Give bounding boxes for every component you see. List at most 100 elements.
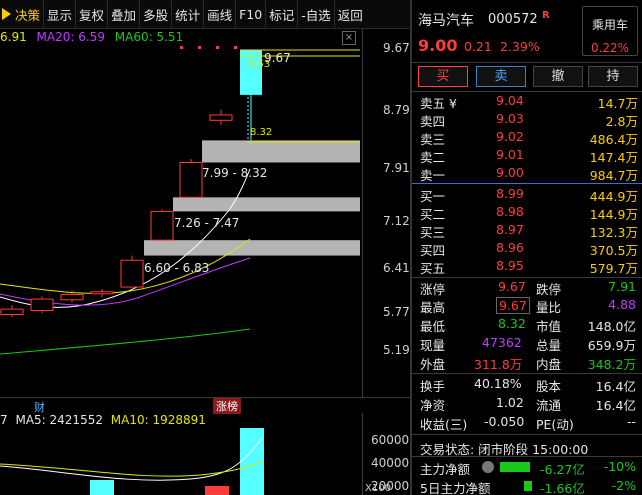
candle-body[interactable]: [90, 291, 114, 295]
buy-button[interactable]: 买: [418, 66, 468, 87]
candle-body[interactable]: [240, 50, 262, 95]
volume-axis: 60000 40000 20000 X100: [362, 413, 410, 495]
ask-row-5[interactable]: 卖五 ¥ 9.04 14.7万: [412, 93, 642, 111]
ask-volume: 486.4万: [589, 132, 638, 147]
ma-legend: 6.91 MA20: 6.59 MA60: 5.51: [0, 30, 360, 48]
vol-prefix: 7: [0, 413, 8, 427]
market-cap-value: 148.0亿: [587, 319, 636, 334]
toolbar-mark-button[interactable]: 标记: [266, 0, 299, 28]
volume-legend: 7 MA5: 2421552 MA10: 1928891: [0, 413, 206, 427]
vol-ma10: MA10: 1928891: [110, 413, 206, 427]
toolbar-watchlist-button[interactable]: -自选: [298, 0, 335, 28]
stock-name: 海马汽车: [418, 13, 474, 29]
pe-value: --: [626, 414, 636, 429]
bid-label: 买四: [420, 243, 446, 258]
ask-label: 卖五 ¥: [420, 96, 457, 111]
toolbar-multi-stock-button[interactable]: 多股: [140, 0, 173, 28]
ask-price: 9.04: [496, 93, 524, 108]
candle-body[interactable]: [60, 293, 84, 301]
info-icon[interactable]: [482, 461, 494, 473]
sell-button[interactable]: 卖: [476, 66, 526, 87]
ask-label: 卖三: [420, 132, 446, 147]
total-volume-value: 659.9万: [587, 338, 636, 353]
ask-price: 9.02: [496, 129, 524, 144]
bid-price: 8.95: [496, 258, 524, 273]
float-shares-value: 16.4亿: [595, 398, 636, 413]
candle-body[interactable]: [209, 114, 233, 121]
limit-up-value: 9.67: [498, 279, 526, 294]
bid-label: 买三: [420, 225, 446, 240]
ma20-value: MA20: 6.59: [36, 30, 105, 44]
flow-pct: -10%: [603, 459, 636, 474]
price-tick: 7.12: [383, 214, 410, 228]
ask-price: 9.03: [496, 111, 524, 126]
close-legend-button[interactable]: ×: [342, 31, 356, 45]
candle-body[interactable]: [120, 259, 144, 288]
stat-label: 跌停: [536, 282, 562, 297]
bid-label: 买二: [420, 207, 446, 222]
ma60-line: [0, 328, 251, 355]
candle-body[interactable]: [150, 210, 174, 241]
toolbar-display-button[interactable]: 显示: [44, 0, 77, 28]
sector-name: 乘用车: [591, 18, 628, 32]
sector-badge[interactable]: 乘用车 0.22%: [582, 6, 638, 56]
flow-pct: -2%: [611, 478, 636, 493]
stat-label: 内盘: [536, 357, 562, 372]
bid-price: 8.97: [496, 222, 524, 237]
ask-row-4[interactable]: 卖四 9.03 2.8万: [412, 111, 642, 129]
net-assets-value: 1.02: [496, 395, 524, 410]
stat-label: 总量: [536, 338, 562, 353]
toolbar-adjust-button[interactable]: 复权: [76, 0, 109, 28]
volume-bar: [90, 480, 114, 495]
candle-body[interactable]: [179, 162, 203, 198]
ask-row-3[interactable]: 卖三 9.02 486.4万: [412, 129, 642, 147]
ask-row-1[interactable]: 卖一 9.00 984.7万: [412, 165, 642, 183]
quote-panel: 海马汽车 000572 R 乘用车 0.22% 9.00 0.21 2.39% …: [410, 0, 642, 495]
ask-label: 卖四: [420, 114, 446, 129]
outer-volume-value: 311.8万: [474, 357, 523, 372]
flow-label: 主力净额: [420, 462, 471, 477]
price-tick: 9.67: [383, 41, 410, 55]
current-volume-value: 47362: [482, 335, 522, 350]
toolbar-f10-button[interactable]: F10: [236, 0, 267, 28]
bid-row-2[interactable]: 买二 8.98 144.9万: [412, 204, 642, 222]
bid-row-4[interactable]: 买四 8.96 370.5万: [412, 240, 642, 258]
bid-label: 买五: [420, 261, 446, 276]
divider: [412, 373, 642, 374]
price-change: 0.21: [464, 39, 492, 54]
stat-label: 最低: [420, 319, 446, 334]
vol-ma5-line: [0, 437, 263, 481]
toolbar-back-button[interactable]: 返回: [335, 0, 366, 28]
toolbar-draw-button[interactable]: 画线: [204, 0, 237, 28]
candle-body[interactable]: [30, 298, 54, 311]
bid-row-1[interactable]: 买一 8.99 444.9万: [412, 186, 642, 204]
bid-row-5[interactable]: 买五 8.95 579.7万: [412, 258, 642, 276]
bid-row-3[interactable]: 买三 8.97 132.3万: [412, 222, 642, 240]
margin-mark: R: [542, 10, 550, 21]
ask-volume: 147.4万: [589, 150, 638, 165]
gap-range-label-2: 7.26 - 7.47: [174, 216, 240, 230]
stat-label: 涨停: [420, 282, 446, 297]
stat-label: 流通: [536, 398, 562, 413]
candlestick-chart[interactable]: [0, 29, 410, 397]
candle-body[interactable]: [0, 308, 24, 316]
toolbar-overlay-button[interactable]: 叠加: [108, 0, 141, 28]
price-tick: 5.77: [383, 305, 410, 319]
limit-up-list-tag[interactable]: 涨榜: [213, 398, 241, 414]
low-price-label: 8.32: [250, 127, 273, 138]
stat-label: 最高: [420, 300, 446, 315]
toolbar-stats-button[interactable]: 统计: [172, 0, 205, 28]
volume-tick: 40000: [371, 456, 410, 470]
volume-bar: [240, 428, 264, 495]
holdings-button[interactable]: 持: [588, 66, 638, 87]
stat-label: 现量: [420, 338, 446, 353]
ask-label: 卖一: [420, 168, 446, 183]
low-value: 8.32: [498, 316, 526, 331]
stat-label: 市值: [536, 319, 562, 334]
cancel-order-button[interactable]: 撤: [533, 66, 583, 87]
volume-chart[interactable]: [0, 428, 410, 495]
ask-row-2[interactable]: 卖二 9.01 147.4万: [412, 147, 642, 165]
toolbar-decision-button[interactable]: 决策: [0, 0, 45, 28]
high-value: 9.67: [496, 297, 530, 314]
divider: [412, 91, 642, 92]
